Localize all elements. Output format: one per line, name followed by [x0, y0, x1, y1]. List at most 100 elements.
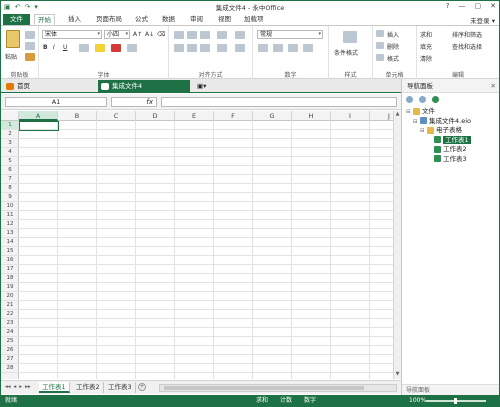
help-button[interactable]: ?: [446, 2, 450, 10]
row-header[interactable]: 12: [1, 220, 19, 229]
row-header[interactable]: 17: [1, 265, 19, 274]
comma-icon[interactable]: [288, 44, 298, 52]
tab-view[interactable]: 视图: [215, 14, 234, 25]
nav-tree-item[interactable]: ⊟ 集成文件4.eio: [406, 117, 498, 127]
row-header[interactable]: 24: [1, 328, 19, 337]
last-sheet-button[interactable]: ▸▸: [25, 384, 31, 390]
currency-icon[interactable]: [258, 44, 268, 52]
name-box[interactable]: A1: [5, 97, 107, 107]
column-header[interactable]: J: [370, 111, 393, 121]
back-icon[interactable]: [406, 96, 413, 103]
column-header[interactable]: I: [331, 111, 370, 121]
grow-font-button[interactable]: A↑: [133, 31, 142, 38]
phonetic-icon[interactable]: [127, 44, 137, 52]
font-name-select[interactable]: 宋体: [42, 30, 102, 39]
column-header[interactable]: D: [136, 111, 175, 121]
wrap-text-icon[interactable]: [235, 31, 245, 39]
row-header[interactable]: 4: [1, 148, 19, 157]
clear-format-button[interactable]: ⌫: [157, 31, 165, 38]
row-header[interactable]: 25: [1, 337, 19, 346]
tab-review[interactable]: 审阅: [187, 14, 206, 25]
row-header[interactable]: 8: [1, 184, 19, 193]
column-header[interactable]: E: [175, 111, 214, 121]
find-select-button[interactable]: 查找和选择: [452, 42, 482, 51]
format-painter-icon[interactable]: [25, 53, 35, 61]
first-sheet-button[interactable]: ◂◂: [5, 384, 11, 390]
row-header[interactable]: 7: [1, 175, 19, 184]
align-left-icon[interactable]: [174, 44, 184, 52]
doc-tab-file[interactable]: 集成文件4: [98, 80, 190, 93]
orientation-icon[interactable]: [217, 31, 227, 39]
next-sheet-button[interactable]: ▸: [19, 384, 22, 390]
formula-input[interactable]: [161, 97, 397, 107]
sort-filter-button[interactable]: 排序和筛选: [452, 30, 482, 39]
sheet-tab-2[interactable]: 工作表2: [73, 382, 104, 393]
column-header[interactable]: C: [97, 111, 136, 121]
row-header[interactable]: 10: [1, 202, 19, 211]
file-menu[interactable]: 文件: [3, 14, 30, 25]
conditional-format-icon[interactable]: [343, 31, 357, 43]
horizontal-scrollbar[interactable]: [159, 384, 397, 392]
tab-home[interactable]: 开始: [34, 14, 55, 25]
row-header[interactable]: 28: [1, 364, 19, 373]
tab-insert[interactable]: 插入: [65, 14, 84, 25]
zoom-slider-knob[interactable]: [454, 398, 457, 404]
close-icon[interactable]: ✕: [491, 79, 496, 93]
doc-tab-home[interactable]: 首页: [3, 80, 36, 93]
delete-cells-icon[interactable]: [376, 42, 384, 49]
nav-tree-item[interactable]: ⊟ 电子表格: [406, 126, 498, 136]
add-sheet-icon[interactable]: +: [138, 383, 146, 391]
row-header[interactable]: 6: [1, 166, 19, 175]
refresh-icon[interactable]: [419, 96, 426, 103]
bold-button[interactable]: B: [43, 44, 48, 51]
scroll-up-icon[interactable]: ▲: [394, 111, 401, 119]
align-top-icon[interactable]: [174, 31, 184, 39]
align-center-icon[interactable]: [187, 44, 197, 52]
delete-cells-button[interactable]: 删除: [387, 42, 399, 51]
column-header[interactable]: G: [253, 111, 292, 121]
decimal-icon[interactable]: [303, 44, 313, 52]
format-cells-icon[interactable]: [376, 54, 384, 61]
zoom-slider[interactable]: [426, 398, 486, 404]
row-header[interactable]: 21: [1, 301, 19, 310]
sum-button[interactable]: 求和: [420, 30, 432, 39]
insert-cells-button[interactable]: 插入: [387, 30, 399, 39]
column-header[interactable]: F: [214, 111, 253, 121]
shrink-font-button[interactable]: A↓: [145, 31, 154, 38]
sheet-tab-1[interactable]: 工作表1: [39, 382, 70, 393]
percent-icon[interactable]: [273, 44, 283, 52]
number-format-select[interactable]: 常规: [257, 30, 323, 39]
font-color-icon[interactable]: [111, 44, 121, 52]
cell-area[interactable]: [19, 121, 393, 379]
fill-color-icon[interactable]: [95, 44, 105, 52]
horizontal-scroll-thumb[interactable]: [164, 386, 364, 390]
login-status[interactable]: 未登录 ▾: [470, 15, 495, 25]
row-header[interactable]: 14: [1, 238, 19, 247]
merge-cells-icon[interactable]: [235, 44, 245, 52]
fill-button[interactable]: 填充: [420, 42, 432, 51]
maximize-button[interactable]: ▢: [475, 2, 482, 10]
row-header[interactable]: 15: [1, 247, 19, 256]
tab-formulas[interactable]: 公式: [132, 14, 151, 25]
sheet-tab-3[interactable]: 工作表3: [105, 382, 136, 393]
tab-data[interactable]: 数据: [159, 14, 178, 25]
new-tab-button[interactable]: ▣▾: [193, 80, 210, 93]
row-header[interactable]: 27: [1, 355, 19, 364]
row-header[interactable]: 16: [1, 256, 19, 265]
column-header[interactable]: H: [292, 111, 331, 121]
row-header[interactable]: 18: [1, 274, 19, 283]
nav-tree-item[interactable]: ⊟ 文件: [406, 107, 498, 117]
conditional-format-button[interactable]: 条件格式: [334, 48, 358, 57]
row-header[interactable]: 19: [1, 283, 19, 292]
row-header[interactable]: 11: [1, 211, 19, 220]
row-header[interactable]: 1: [1, 121, 19, 130]
tab-addins[interactable]: 加载项: [241, 14, 267, 25]
align-middle-icon[interactable]: [187, 31, 197, 39]
nav-tree-item[interactable]: 工作表3: [406, 155, 498, 165]
format-cells-button[interactable]: 格式: [387, 54, 399, 63]
column-header[interactable]: B: [58, 111, 97, 121]
nav-tree-item[interactable]: 工作表2: [406, 145, 498, 155]
select-all-button[interactable]: [1, 111, 19, 121]
minimize-button[interactable]: —: [459, 2, 466, 10]
navigate-icon[interactable]: [432, 96, 439, 103]
